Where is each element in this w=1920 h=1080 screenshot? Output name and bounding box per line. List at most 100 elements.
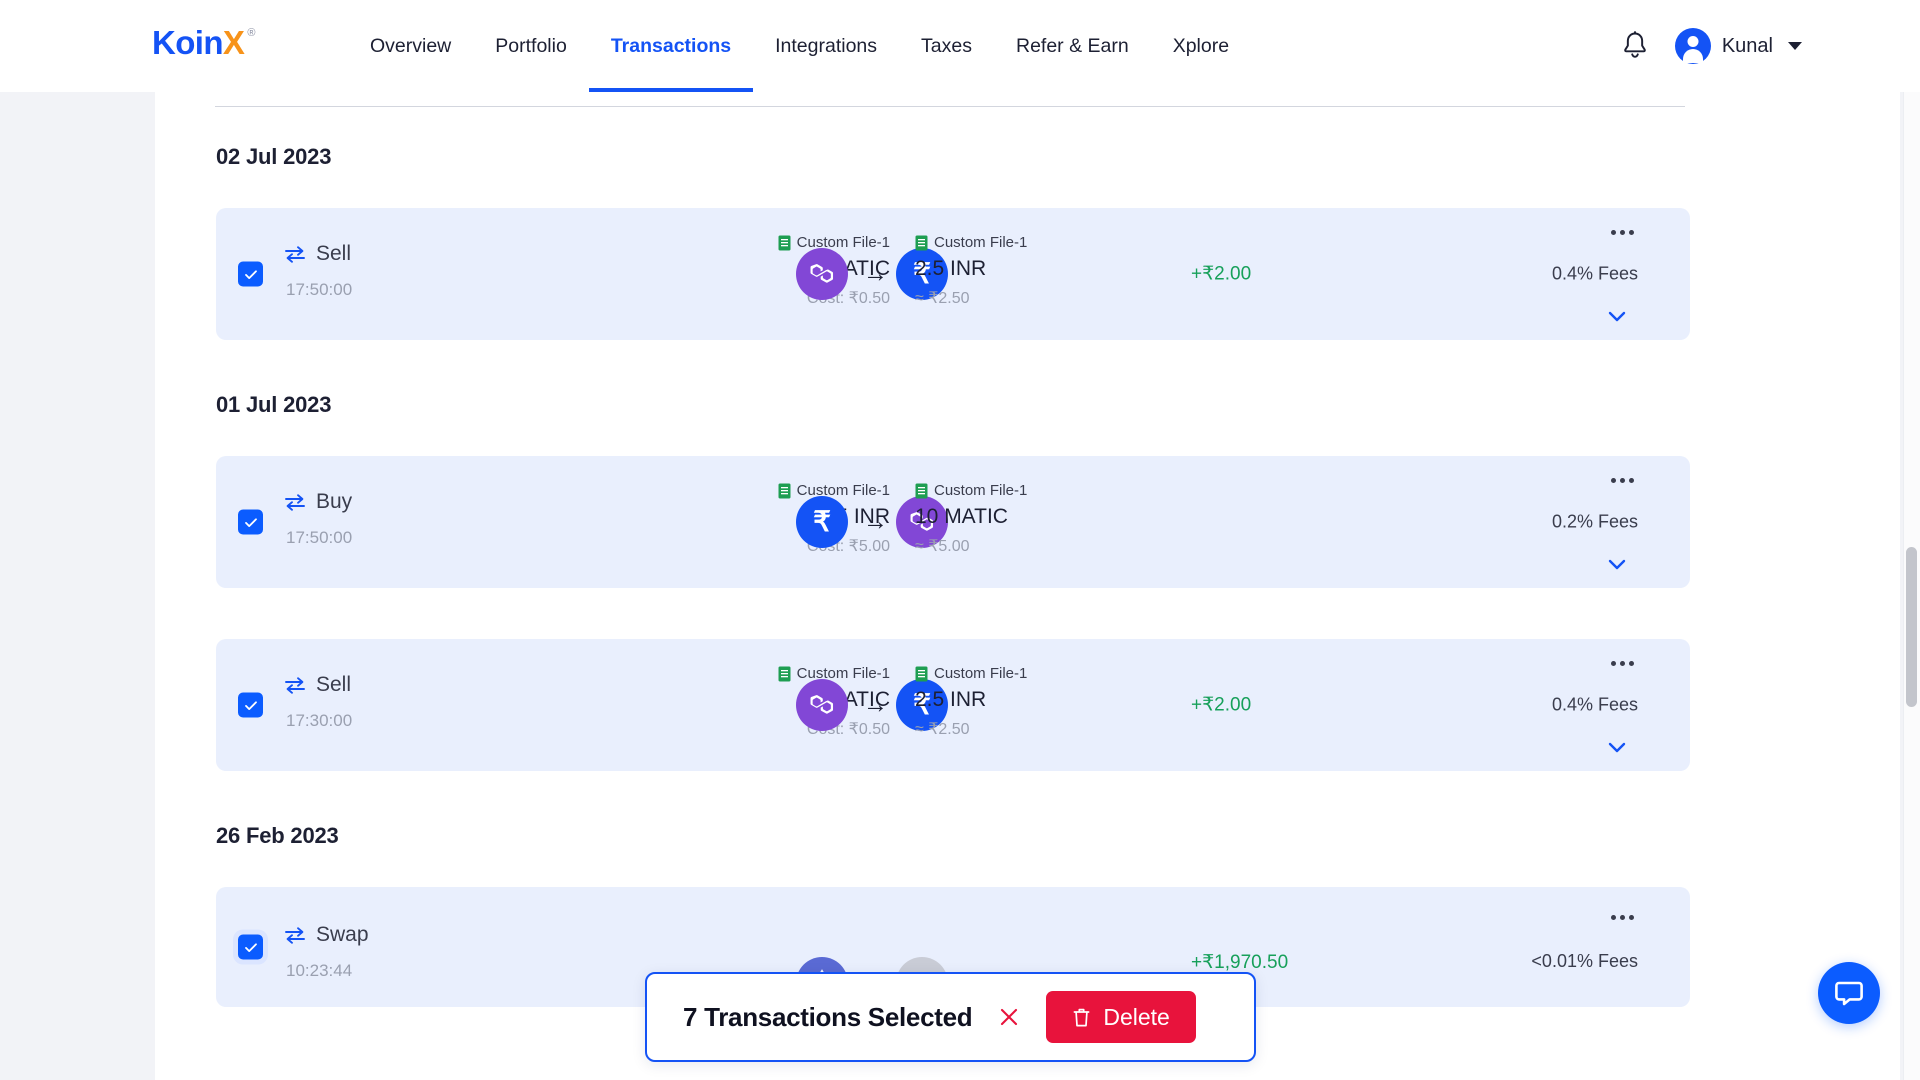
row-options-menu-button[interactable] — [1611, 915, 1634, 920]
date-group: 01 Jul 2023 Buy 17:50:00 Custom File-1 -… — [155, 392, 1900, 771]
transaction-gain: +₹1,970.50 — [1191, 952, 1289, 973]
transaction-to-leg: Custom File-1 10 MATIC ≈ ₹5.00 — [915, 482, 1027, 556]
check-icon — [244, 517, 257, 527]
expand-row-chevron-icon[interactable] — [1608, 742, 1626, 753]
transactions-list: 02 Jul 2023 Sell 17:50:00 Custom File-1 … — [155, 120, 1900, 1007]
transaction-gain: +₹2.00 — [1191, 263, 1252, 285]
source-file: Custom File-1 — [778, 482, 890, 499]
row-checkbox[interactable] — [238, 261, 263, 287]
source-file-label: Custom File-1 — [934, 665, 1028, 682]
registered-mark: ® — [247, 27, 256, 39]
nav-item-refer-earn[interactable]: Refer & Earn — [994, 0, 1151, 92]
transaction-type: Sell — [284, 673, 351, 697]
nav-item-integrations[interactable]: Integrations — [753, 0, 899, 92]
chat-bubble-icon[interactable] — [1818, 962, 1880, 1024]
scrollbar-thumb[interactable] — [1906, 547, 1917, 707]
transaction-type-label: Sell — [316, 242, 352, 265]
page-scrollbar[interactable] — [1903, 92, 1920, 1080]
source-file-label: Custom File-1 — [934, 482, 1028, 499]
bulk-selection-toolbar: 7 Transactions Selected Delete — [645, 972, 1256, 1062]
check-icon — [244, 942, 257, 952]
user-menu[interactable]: Kunal — [1674, 28, 1802, 64]
user-name-label: Kunal — [1721, 34, 1773, 57]
to-amount: 10 MATIC — [915, 505, 1008, 528]
source-file-label: Custom File-1 — [796, 665, 890, 682]
direction-arrow-icon: → — [863, 690, 888, 719]
source-file-label: Custom File-1 — [934, 234, 1028, 251]
transaction-fees: <0.01% Fees — [1531, 951, 1638, 971]
check-icon — [244, 700, 257, 710]
matic-coin-icon — [796, 679, 848, 731]
nav-item-portfolio[interactable]: Portfolio — [473, 0, 589, 92]
close-x-glyph — [1001, 1008, 1018, 1026]
date-heading: 02 Jul 2023 — [216, 144, 332, 169]
close-icon[interactable] — [996, 1004, 1022, 1030]
expand-row-chevron-icon[interactable] — [1608, 311, 1626, 322]
transactions-page-surface: 02 Jul 2023 Sell 17:50:00 Custom File-1 … — [155, 92, 1900, 1080]
spreadsheet-icon — [915, 666, 928, 681]
delete-button[interactable]: Delete — [1046, 991, 1196, 1043]
date-heading: 26 Feb 2023 — [216, 823, 339, 848]
nav-item-taxes[interactable]: Taxes — [899, 0, 994, 92]
nav-item-xplore[interactable]: Xplore — [1151, 0, 1251, 92]
chevron-down-icon[interactable] — [1788, 42, 1802, 50]
direction-arrow-icon: → — [863, 259, 888, 288]
swap-arrows-icon — [285, 927, 305, 944]
polygon-glyph — [810, 695, 834, 714]
transaction-to-leg: Custom File-1 2.5 INR ≈ ₹2.50 — [915, 665, 1027, 739]
bell-icon[interactable] — [1621, 31, 1649, 61]
spreadsheet-icon — [778, 235, 791, 250]
row-checkbox[interactable] — [238, 509, 263, 535]
transaction-type: Buy — [284, 490, 352, 514]
spreadsheet-icon — [915, 483, 928, 498]
polygon-glyph — [810, 264, 834, 283]
main-nav-links: Overview Portfolio Transactions Integrat… — [348, 0, 1251, 92]
selected-count-label: 7 Transactions Selected — [683, 1001, 973, 1032]
row-options-menu-button[interactable] — [1611, 478, 1634, 483]
direction-arrow-icon: → — [863, 507, 888, 536]
transaction-row[interactable]: Sell 17:50:00 Custom File-1 -5 MATIC Cos… — [216, 208, 1690, 340]
brand-name: KoinX — [152, 24, 245, 61]
inr-coin-icon: ₹ — [796, 496, 848, 548]
transaction-type: Sell — [284, 242, 351, 266]
transaction-type: Swap — [284, 923, 369, 947]
transaction-type-label: Buy — [316, 490, 353, 513]
swap-arrows-icon — [285, 246, 305, 263]
trash-icon — [1073, 1008, 1090, 1026]
source-file: Custom File-1 — [915, 665, 1027, 682]
koinx-logo[interactable]: KoinX ® — [152, 26, 255, 59]
transaction-fees: 0.4% Fees — [1551, 263, 1638, 284]
source-file: Custom File-1 — [915, 234, 1027, 251]
transaction-fees: 0.2% Fees — [1551, 511, 1638, 532]
transaction-fees: 0.4% Fees — [1551, 694, 1638, 715]
to-sub-value: ≈ ₹2.50 — [915, 721, 970, 738]
to-amount: 2.5 INR — [915, 688, 987, 711]
to-amount: 2.5 INR — [915, 257, 987, 280]
date-heading: 01 Jul 2023 — [216, 392, 332, 417]
matic-coin-icon — [796, 248, 848, 300]
transaction-gain: +₹2.00 — [1191, 694, 1252, 716]
to-sub-value: ≈ ₹5.00 — [915, 538, 970, 555]
delete-button-label: Delete — [1103, 1003, 1170, 1030]
swap-arrows-icon — [285, 677, 305, 694]
transaction-type-label: Sell — [316, 673, 352, 696]
to-sub-value: ≈ ₹2.50 — [915, 290, 970, 307]
transaction-time: 10:23:44 — [286, 961, 353, 980]
row-checkbox[interactable] — [238, 934, 263, 960]
nav-item-transactions[interactable]: Transactions — [588, 0, 754, 92]
source-file: Custom File-1 — [778, 234, 890, 251]
top-navigation-bar: KoinX ® Overview Portfolio Transactions … — [0, 0, 1920, 92]
row-options-menu-button[interactable] — [1611, 230, 1634, 235]
transaction-time: 17:50:00 — [286, 528, 353, 547]
expand-row-chevron-icon[interactable] — [1608, 559, 1626, 570]
transaction-time: 17:50:00 — [286, 280, 353, 299]
nav-item-overview[interactable]: Overview — [348, 0, 473, 92]
row-options-menu-button[interactable] — [1611, 661, 1634, 666]
spreadsheet-icon — [915, 235, 928, 250]
transaction-row[interactable]: Sell 17:30:00 Custom File-1 -5 MATIC Cos… — [216, 639, 1690, 771]
user-avatar-icon — [1674, 28, 1711, 64]
section-divider — [215, 106, 1685, 107]
nav-right-cluster: Kunal — [1621, 0, 1802, 92]
row-checkbox[interactable] — [238, 692, 263, 718]
transaction-row[interactable]: Buy 17:50:00 Custom File-1 -5 INR Cost: … — [216, 456, 1690, 588]
